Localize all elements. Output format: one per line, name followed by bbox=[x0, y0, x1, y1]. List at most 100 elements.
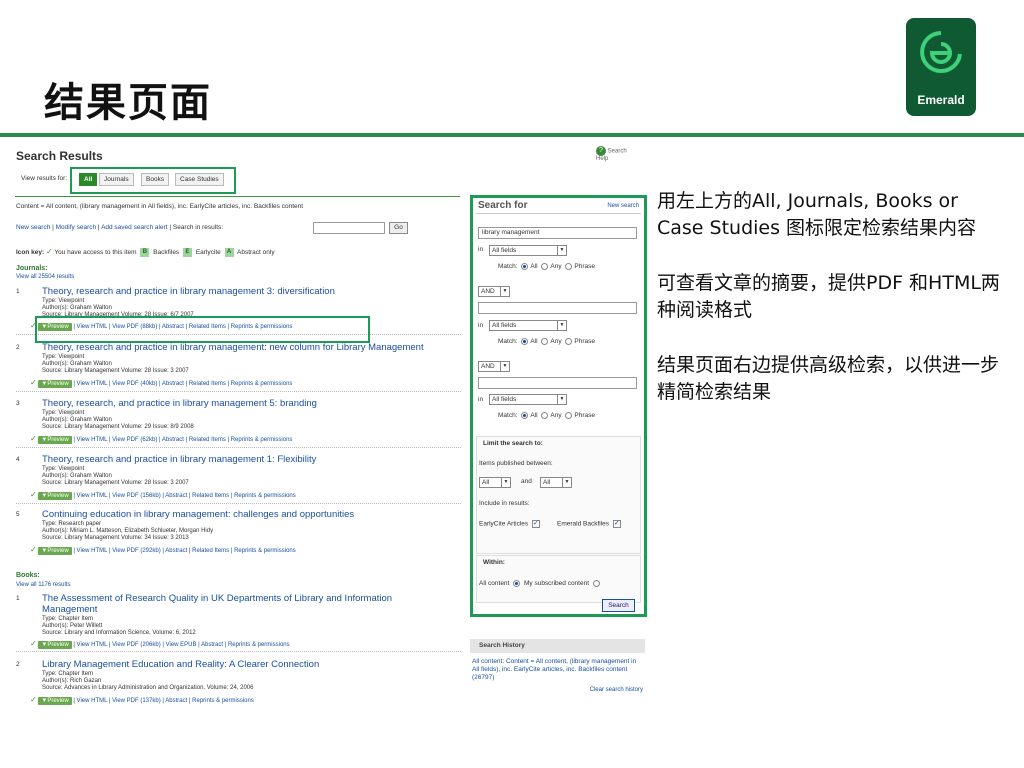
access-tick-icon: ✓ bbox=[46, 247, 53, 256]
note-filter-tabs: 用左上方的All, Journals, Books or Case Studie… bbox=[657, 190, 977, 239]
result-title-link[interactable]: Library Management Education and Reality… bbox=[42, 659, 452, 670]
backfiles-checkbox[interactable]: ✓ bbox=[612, 520, 621, 528]
boolean-select-2[interactable]: AND ▼ bbox=[478, 361, 510, 372]
journal-result-5: 5 Continuing education in library manage… bbox=[16, 509, 461, 563]
and-label: and bbox=[521, 478, 532, 485]
radio-phrase-label: Phrase bbox=[574, 263, 595, 271]
result-source: Source: Library Management Volume: 28 Is… bbox=[42, 368, 189, 374]
logo-text: Emerald bbox=[917, 93, 965, 107]
query-input-2[interactable] bbox=[478, 302, 637, 314]
journals-view-all-link[interactable]: View all 25504 results bbox=[16, 274, 74, 280]
radio-phrase[interactable] bbox=[565, 263, 573, 270]
radio-phrase[interactable] bbox=[565, 338, 573, 345]
result-authors: Author(s): Graham Walton bbox=[42, 305, 112, 311]
radio-any-label: Any bbox=[550, 263, 562, 271]
clear-history-link[interactable]: Clear search history bbox=[470, 687, 645, 693]
search-help-link[interactable]: ? Search Help bbox=[596, 146, 636, 164]
year-to-select[interactable]: All ▼ bbox=[540, 477, 572, 488]
panel-new-search-link[interactable]: New search bbox=[607, 203, 639, 209]
chevron-down-icon: ▼ bbox=[562, 478, 571, 487]
backfiles-option: Emerald Backfiles ✓ bbox=[557, 520, 621, 528]
field-select-value: All fields bbox=[492, 396, 517, 403]
include-label: Include in results: bbox=[479, 500, 530, 507]
search-history-entry[interactable]: All content: Content = All content, (lib… bbox=[470, 653, 645, 687]
search-for-title: Search for bbox=[478, 200, 528, 211]
add-alert-link[interactable]: Add saved search alert bbox=[101, 224, 167, 231]
result-title-link[interactable]: Theory, research and practice in library… bbox=[42, 454, 452, 465]
radio-all[interactable] bbox=[521, 412, 529, 419]
radio-any[interactable] bbox=[541, 263, 549, 270]
preview-button[interactable]: ▼Preview bbox=[38, 547, 72, 555]
result-title-link[interactable]: Theory, research and practice in library… bbox=[42, 342, 472, 353]
radio-all-label: All bbox=[530, 412, 538, 420]
match-options-2: Match: All Any Phrase bbox=[498, 338, 595, 345]
preview-button[interactable]: ▼Preview bbox=[38, 380, 72, 388]
result-number: 1 bbox=[16, 595, 20, 602]
radio-any-label: Any bbox=[550, 338, 562, 346]
query-input-1[interactable]: library management bbox=[478, 227, 637, 239]
result-actions[interactable]: | View HTML | View PDF (62kb) | Abstract… bbox=[73, 437, 292, 443]
field-select-1[interactable]: All fields ▼ bbox=[489, 245, 567, 256]
result-actions[interactable]: | View HTML | View PDF (206kb) | View EP… bbox=[73, 642, 289, 648]
result-divider bbox=[16, 447, 461, 448]
result-type: Type: Viewpoint bbox=[42, 410, 85, 416]
boolean-value: AND bbox=[481, 363, 495, 370]
radio-all-content[interactable] bbox=[513, 580, 521, 587]
preview-button[interactable]: ▼Preview bbox=[38, 641, 72, 649]
icon-key: Icon key: ✓ You have access to this item… bbox=[16, 247, 275, 257]
radio-all[interactable] bbox=[521, 263, 529, 270]
content-description: Content = All content, (library manageme… bbox=[16, 203, 304, 210]
books-view-all-link[interactable]: View all 1176 results bbox=[16, 582, 70, 588]
query-input-3[interactable] bbox=[478, 377, 637, 389]
radio-phrase[interactable] bbox=[565, 412, 573, 419]
preview-button[interactable]: ▼Preview bbox=[38, 697, 72, 705]
match-label: Match: bbox=[498, 412, 518, 420]
modify-search-link[interactable]: Modify search bbox=[56, 224, 96, 231]
result-authors: Author(s): Graham Walton bbox=[42, 417, 112, 423]
radio-all[interactable] bbox=[521, 338, 529, 345]
preview-button[interactable]: ▼Preview bbox=[38, 436, 72, 444]
search-history-title: Search History bbox=[470, 639, 645, 653]
field-select-3[interactable]: All fields ▼ bbox=[489, 394, 567, 405]
year-from-select[interactable]: All ▼ bbox=[479, 477, 511, 488]
field-select-2[interactable]: All fields ▼ bbox=[489, 320, 567, 331]
year-from-value: All bbox=[482, 479, 490, 486]
radio-subscribed[interactable] bbox=[592, 580, 600, 587]
result-title-link[interactable]: The Assessment of Research Quality in UK… bbox=[42, 593, 422, 615]
abstract-only-label: Abstract only bbox=[237, 249, 275, 256]
go-button[interactable]: Go bbox=[389, 222, 408, 234]
book-result-2: 2 Library Management Education and Reali… bbox=[16, 659, 461, 713]
result-actions[interactable]: | View HTML | View PDF (40kb) | Abstract… bbox=[73, 381, 292, 387]
result-number: 2 bbox=[16, 344, 20, 351]
search-in-results-input[interactable] bbox=[313, 222, 385, 234]
earlycite-icon: E bbox=[183, 247, 192, 257]
radio-any[interactable] bbox=[541, 338, 549, 345]
annotation-notes: 用左上方的All, Journals, Books or Case Studie… bbox=[657, 188, 1007, 434]
result-title-link[interactable]: Theory, research and practice in library… bbox=[42, 286, 452, 297]
result-type: Type: Chapter Item bbox=[42, 616, 94, 622]
subscribed-label: My subscribed content bbox=[523, 580, 590, 588]
search-history: Search History All content: Content = Al… bbox=[470, 639, 645, 693]
result-actions[interactable]: | View HTML | View PDF (156kb) | Abstrac… bbox=[73, 493, 295, 499]
result-title-link[interactable]: Continuing education in library manageme… bbox=[42, 509, 452, 520]
backfiles-label: Backfiles bbox=[153, 249, 180, 256]
limit-title: Limit the search to: bbox=[483, 440, 543, 447]
backfiles-option-label: Emerald Backfiles bbox=[557, 520, 610, 528]
result-number: 1 bbox=[16, 288, 20, 295]
result-title-link[interactable]: Theory, research, and practice in librar… bbox=[42, 398, 452, 409]
backfiles-icon: B bbox=[140, 247, 150, 257]
radio-any[interactable] bbox=[541, 412, 549, 419]
result-authors: Author(s): Graham Walton bbox=[42, 473, 112, 479]
earlycite-checkbox[interactable]: ✓ bbox=[531, 520, 540, 528]
result-actions[interactable]: | View HTML | View PDF (137kb) | Abstrac… bbox=[73, 698, 254, 704]
boolean-select-1[interactable]: AND ▼ bbox=[478, 286, 510, 297]
new-search-link[interactable]: New search bbox=[16, 224, 50, 231]
journal-result-2: 2 Theory, research and practice in libra… bbox=[16, 342, 461, 396]
note-formats: 可查看文章的摘要，提供PDF 和HTML两种阅读格式 bbox=[657, 272, 1000, 321]
all-content-label: All content bbox=[479, 580, 510, 588]
within-options: All content My subscribed content bbox=[479, 580, 602, 587]
chevron-down-icon: ▼ bbox=[557, 321, 566, 330]
result-actions[interactable]: | View HTML | View PDF (292kb) | Abstrac… bbox=[73, 548, 295, 554]
search-button[interactable]: Search bbox=[602, 599, 635, 612]
preview-button[interactable]: ▼Preview bbox=[38, 492, 72, 500]
